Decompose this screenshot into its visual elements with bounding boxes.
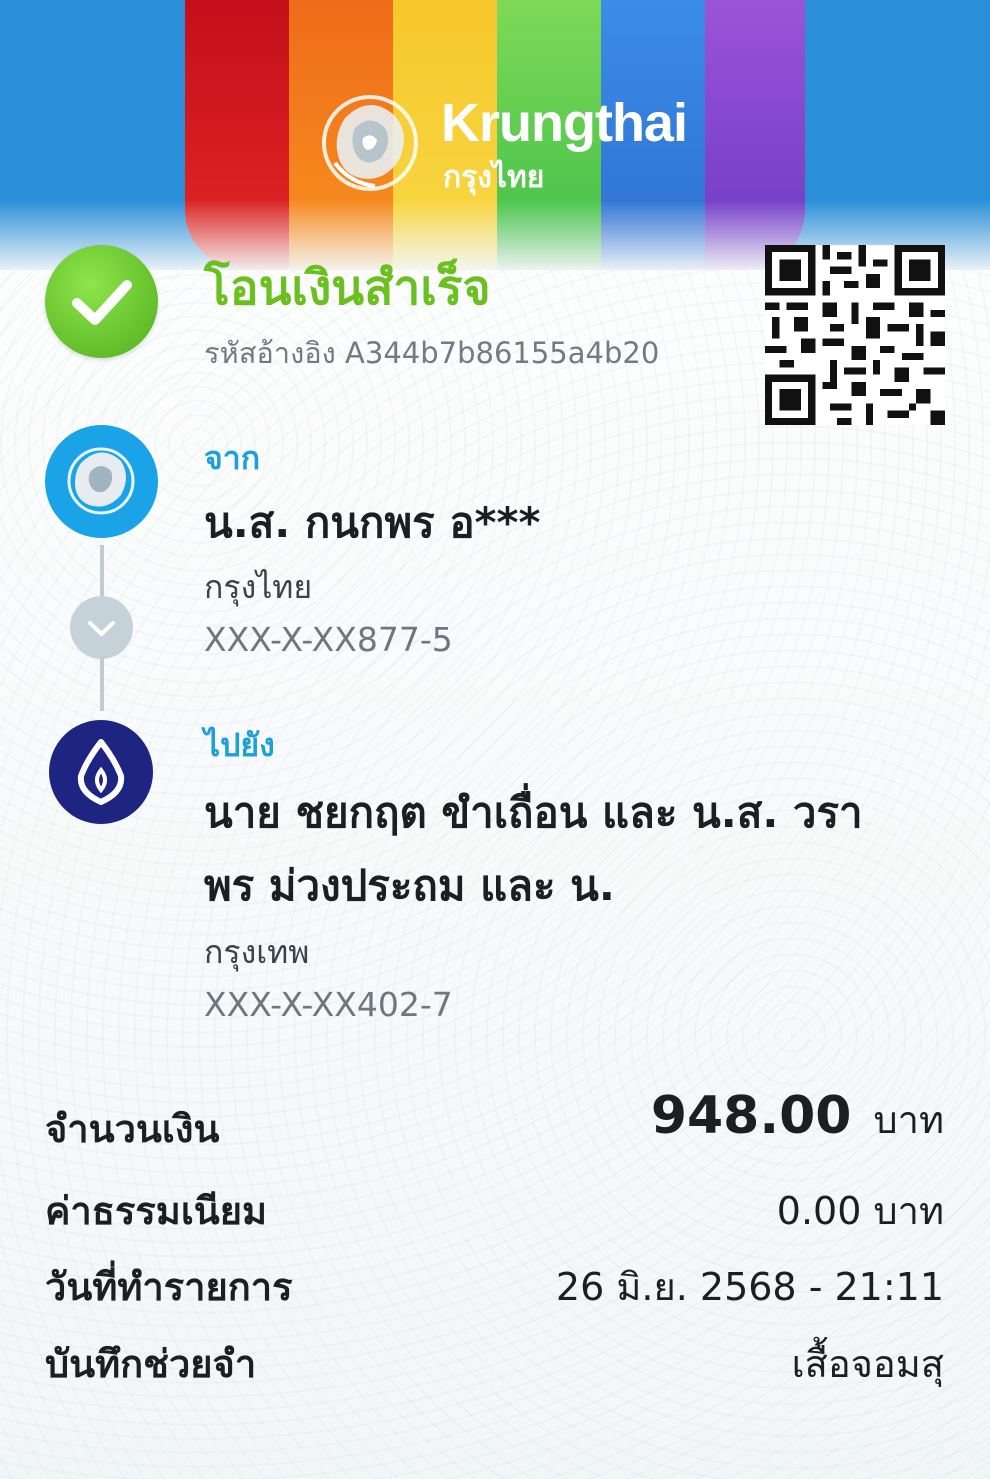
receiver-account: XXX-X-XX402-7 (204, 985, 453, 1024)
reference-code: รหัสอ้างอิง A344b7b86155a4b20 (204, 336, 660, 370)
memo-label: บันทึกช่วยจำ (45, 1342, 257, 1386)
success-check-badge (45, 245, 158, 358)
amount-label: จำนวนเงิน (45, 1107, 220, 1151)
sender-name: น.ส. กนกพร อ*** (204, 498, 541, 547)
sender-bank: กรุงไทย (204, 568, 313, 606)
bangkok-bank-logo-icon (77, 739, 125, 805)
to-label: ไปยัง (204, 726, 275, 764)
memo-value: เสื้อจอมสุ (791, 1342, 944, 1386)
receiver-name-line2: พร ม่วงประถม และ น. (204, 861, 615, 910)
brand-name-th: กรุงไทย (443, 160, 545, 195)
date-value: 26 มิ.ย. 2568 - 21:11 (555, 1265, 944, 1309)
receiver-bank-avatar (49, 720, 153, 824)
transfer-status-title: โอนเงินสำเร็จ (204, 260, 491, 316)
header-banner: Krungthai กรุงไทย (0, 0, 990, 270)
fee-value: 0.00 บาท (776, 1189, 944, 1233)
date-label: วันที่ทำรายการ (45, 1265, 293, 1309)
check-icon (72, 280, 132, 325)
krungthai-logo: Krungthai กรุงไทย (315, 88, 688, 208)
receiver-name-line1: นาย ชยกฤต ขำเถื่อน และ น.ส. วรา (204, 788, 863, 837)
sender-bank-avatar (45, 425, 158, 538)
from-label: จาก (204, 439, 261, 477)
krungthai-logo-icon (67, 447, 135, 515)
amount-unit: บาท (873, 1098, 944, 1142)
fee-label: ค่าธรรมเนียม (45, 1189, 268, 1233)
qr-code[interactable] (765, 245, 945, 425)
receiver-bank: กรุงเทพ (204, 933, 310, 971)
amount-value: 948.00 (650, 1086, 852, 1146)
chevron-down-icon (88, 621, 115, 636)
amount-value-row: 948.00 บาท (651, 1086, 944, 1150)
transfer-direction-indicator (70, 596, 133, 659)
brand-name-en: Krungthai (441, 93, 688, 153)
phoenix-logo-icon (322, 95, 418, 191)
transfer-connector-bottom (100, 656, 104, 711)
sender-account: XXX-X-XX877-5 (204, 620, 453, 659)
